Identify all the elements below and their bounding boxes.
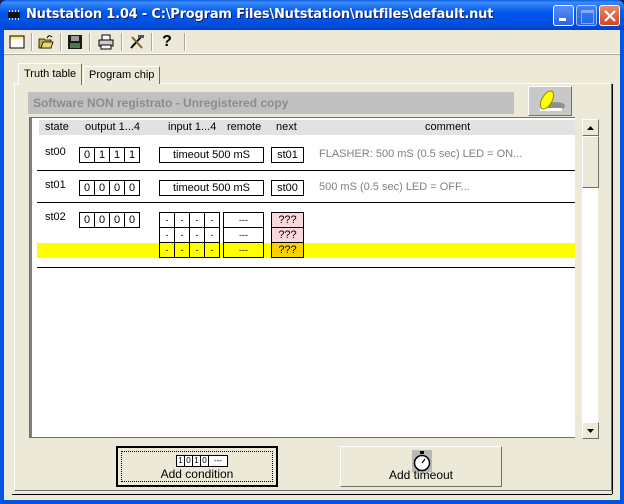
selected-row-highlight <box>37 243 575 258</box>
close-button[interactable] <box>599 5 620 26</box>
window-title: Nutstation 1.04 - C:\Program Files\Nutst… <box>26 7 494 22</box>
save-button[interactable] <box>64 32 86 52</box>
new-button[interactable] <box>6 32 28 52</box>
scroll-down-button[interactable] <box>582 422 599 439</box>
new-file-icon <box>9 35 25 49</box>
timeout-condition[interactable]: timeout 500 mS <box>159 180 264 196</box>
app-window: Nutstation 1.04 - C:\Program Files\Nutst… <box>0 0 624 504</box>
open-button[interactable] <box>35 32 57 52</box>
input-cell[interactable]: - <box>174 242 190 258</box>
grid-header: state output 1...4 input 1...4 remote ne… <box>39 120 575 135</box>
add-condition-button[interactable]: 1 0 1 0 --- Add condition <box>116 446 278 487</box>
next-state[interactable]: ??? <box>271 242 304 258</box>
input-cell[interactable]: - <box>189 212 205 228</box>
toolbar-separator <box>89 33 91 51</box>
header-comment: comment <box>425 121 471 133</box>
chip-app-icon <box>8 10 20 20</box>
output-bit[interactable]: 0 <box>109 212 125 228</box>
title-bar[interactable]: Nutstation 1.04 - C:\Program Files\Nutst… <box>0 0 624 30</box>
panel-frame-bottom <box>12 494 612 495</box>
add-timeout-button[interactable]: Add timeout <box>340 446 502 487</box>
printer-icon <box>98 34 114 50</box>
tools-button[interactable] <box>126 32 148 52</box>
vertical-scrollbar[interactable] <box>581 119 599 439</box>
next-state[interactable]: st01 <box>271 147 304 163</box>
input-cell[interactable]: - <box>189 227 205 243</box>
close-icon <box>604 10 616 22</box>
input-cell[interactable]: - <box>159 227 175 243</box>
toolbar-separator <box>31 33 33 51</box>
toolbar-separator <box>121 33 123 51</box>
row-divider <box>37 202 575 203</box>
help-button[interactable]: ? <box>156 32 178 52</box>
row-comment[interactable]: FLASHER: 500 mS (0.5 sec) LED = ON... <box>319 148 522 160</box>
output-bit[interactable]: 1 <box>109 147 125 163</box>
output-bit[interactable]: 0 <box>124 212 140 228</box>
print-button[interactable] <box>95 32 117 52</box>
open-folder-icon <box>38 35 54 49</box>
scroll-thumb[interactable] <box>582 136 599 188</box>
arrow-up-icon <box>587 125 594 130</box>
row-divider <box>37 267 575 268</box>
toolbar: ? <box>4 30 620 54</box>
input-cell[interactable]: - <box>159 242 175 258</box>
save-disk-icon <box>68 35 82 49</box>
output-bit[interactable]: 0 <box>94 180 110 196</box>
output-bit[interactable]: 0 <box>94 212 110 228</box>
input-cell[interactable]: - <box>204 227 220 243</box>
maximize-button <box>576 5 597 26</box>
client-area: ? Truth table Program chip Software NON … <box>4 30 620 500</box>
remote-cell[interactable]: --- <box>223 227 264 243</box>
output-bit[interactable]: 0 <box>79 147 95 163</box>
toolbar-separator <box>184 33 186 51</box>
header-state: state <box>45 121 69 133</box>
state-label: st01 <box>45 179 66 191</box>
header-output: output 1...4 <box>85 121 141 133</box>
input-cell[interactable]: - <box>159 212 175 228</box>
input-cell[interactable]: - <box>174 227 190 243</box>
header-next: next <box>276 121 297 133</box>
add-timeout-label: Add timeout <box>388 468 454 482</box>
next-state[interactable]: ??? <box>271 212 304 228</box>
condition-bits-icon: 1 0 1 0 --- <box>176 455 228 467</box>
state-label: st02 <box>45 211 66 223</box>
remote-cell[interactable]: --- <box>223 242 264 258</box>
input-cell[interactable]: - <box>174 212 190 228</box>
row-divider <box>37 170 575 171</box>
add-condition-label: Add condition <box>160 467 234 481</box>
output-bit[interactable]: 1 <box>94 147 110 163</box>
output-bit[interactable]: 0 <box>124 180 140 196</box>
output-bit[interactable]: 0 <box>79 180 95 196</box>
toolbar-separator <box>60 33 62 51</box>
toolbar-separator <box>151 33 153 51</box>
next-state[interactable]: st00 <box>271 180 304 196</box>
scroll-up-button[interactable] <box>582 119 599 136</box>
key-coin-icon <box>539 90 565 111</box>
registration-banner: Software NON registrato - Unregistered c… <box>28 92 514 114</box>
input-cell[interactable]: - <box>204 242 220 258</box>
header-remote: remote <box>227 121 262 133</box>
output-bit[interactable]: 0 <box>79 212 95 228</box>
arrow-down-icon <box>587 428 594 433</box>
input-cell[interactable]: - <box>189 242 205 258</box>
truth-table-grid: state output 1...4 input 1...4 remote ne… <box>29 117 575 438</box>
output-bit[interactable]: 0 <box>109 180 125 196</box>
toolbar-divider <box>4 54 620 55</box>
state-label: st00 <box>45 146 66 158</box>
panel-frame-right <box>612 84 613 494</box>
remote-cell[interactable]: --- <box>223 212 264 228</box>
tools-icon <box>130 35 144 49</box>
next-state[interactable]: ??? <box>271 227 304 243</box>
row-comment[interactable]: 500 mS (0.5 sec) LED = OFF... <box>319 181 470 193</box>
tab-truth-table[interactable]: Truth table <box>18 63 83 85</box>
tab-program-chip[interactable]: Program chip <box>83 66 161 84</box>
input-cell[interactable]: - <box>204 212 220 228</box>
register-key-button[interactable] <box>528 86 572 116</box>
output-bit[interactable]: 1 <box>124 147 140 163</box>
minimize-button[interactable] <box>553 5 574 26</box>
timeout-condition[interactable]: timeout 500 mS <box>159 147 264 163</box>
header-input: input 1...4 <box>168 121 217 133</box>
help-icon: ? <box>162 33 172 50</box>
